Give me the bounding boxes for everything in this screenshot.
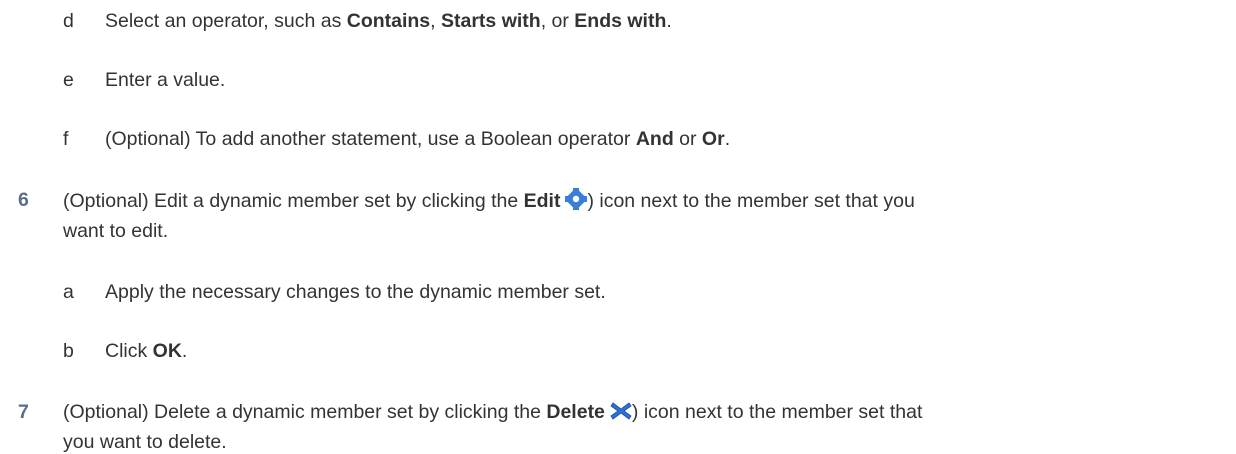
step-6-text-line1: (Optional) Edit a dynamic member set by … [63,187,915,216]
substep-marker-e: e [63,69,74,91]
step-7-text-line2: you want to delete. [63,431,227,453]
step-number-7: 7 [18,401,29,423]
term-delete: Delete [546,401,605,423]
substep-marker-d: d [63,10,74,32]
step-7-text-line1: (Optional) Delete a dynamic member set b… [63,400,922,427]
substep-marker-b: b [63,340,74,362]
term-or: Or [701,128,725,150]
step-number-6: 6 [18,189,29,211]
substep-d-text: Select an operator, such as Contains, St… [105,10,672,32]
term-ok: OK [152,340,182,362]
substep-f-text: (Optional) To add another statement, use… [105,128,731,150]
term-contains: Contains [346,10,431,32]
term-ends-with: Ends with [574,10,667,32]
term-and: And [635,128,674,150]
substep-b-text: Click OK. [105,340,188,362]
substep-a-text: Apply the necessary changes to the dynam… [105,281,606,303]
term-edit: Edit [523,190,561,212]
substep-e-text: Enter a value. [105,69,226,91]
substep-marker-a: a [63,281,74,303]
step-6-text-line2: want to edit. [63,220,169,242]
term-starts-with: Starts with [441,10,541,32]
delete-x-icon [610,401,632,427]
gear-icon [565,187,588,216]
document-page: d Select an operator, such as Contains, … [0,0,1236,454]
substep-marker-f: f [63,128,69,150]
